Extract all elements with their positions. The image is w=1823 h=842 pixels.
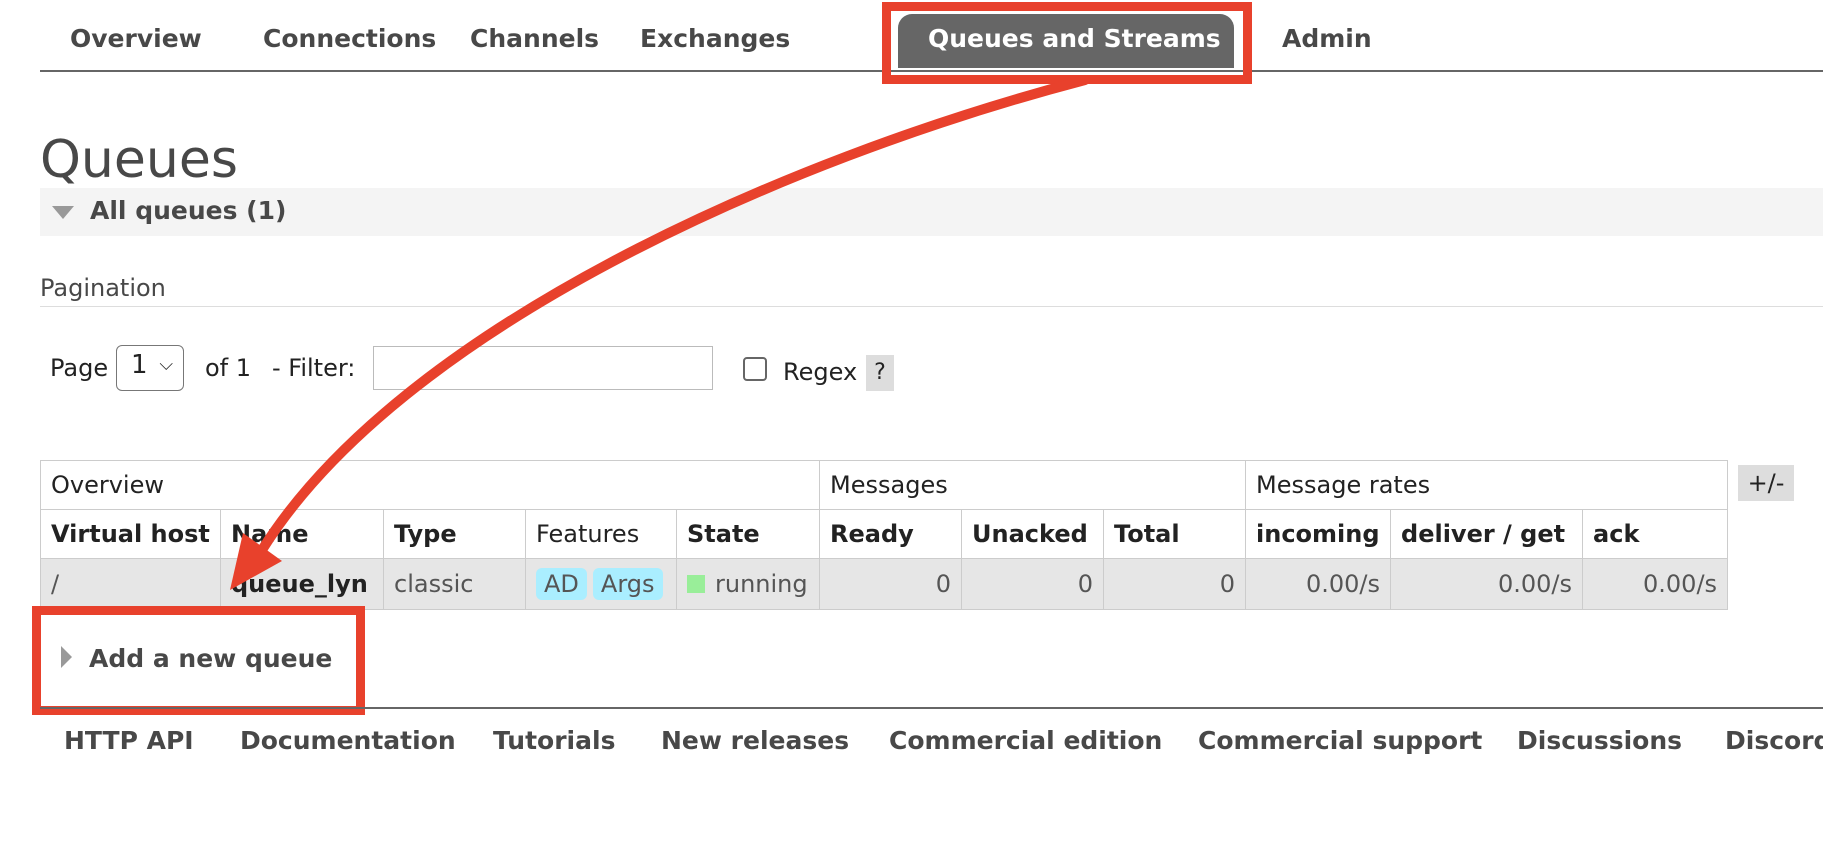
collapse-triangle-icon <box>52 206 74 219</box>
tab-channels[interactable]: Channels <box>440 14 629 68</box>
cell-ack: 0.00/s <box>1582 558 1729 610</box>
tab-overview[interactable]: Overview <box>40 14 232 68</box>
filter-label: - Filter: <box>272 354 356 382</box>
page-select[interactable]: 1 ⌵ <box>116 345 184 391</box>
tab-exchanges[interactable]: Exchanges <box>610 14 820 68</box>
col-deliver-get[interactable]: deliver / get <box>1390 509 1584 559</box>
cell-unacked: 0 <box>961 558 1105 610</box>
col-name[interactable]: Name <box>220 509 384 559</box>
tab-queues-and-streams[interactable]: Queues and Streams <box>898 14 1234 68</box>
tab-admin[interactable]: Admin <box>1252 14 1402 68</box>
table-row: / queue_lyn classic AD Args running 0 0 0… <box>40 558 1729 610</box>
col-state[interactable]: State <box>675 509 821 559</box>
chevron-down-icon: ⌵ <box>159 354 173 375</box>
cell-incoming: 0.00/s <box>1245 558 1392 610</box>
state-text: running <box>715 570 808 598</box>
column-toggle-button[interactable]: +/- <box>1738 465 1794 501</box>
queues-table: Overview Messages Message rates Virtual … <box>39 460 1729 610</box>
queue-name-link[interactable]: queue_lyn <box>220 558 384 610</box>
top-nav: Overview Connections Channels Exchanges … <box>40 0 1823 72</box>
cell-total: 0 <box>1103 558 1247 610</box>
section-title: All queues (1) <box>90 196 287 225</box>
footer-link-discord[interactable]: Discord <box>1725 726 1823 755</box>
page-title: Queues <box>40 130 238 190</box>
footer-link-documentation[interactable]: Documentation <box>240 726 456 755</box>
col-unacked[interactable]: Unacked <box>961 509 1105 559</box>
add-new-queue-section[interactable]: Add a new queue <box>40 630 340 690</box>
annotation-arrow <box>230 75 1090 590</box>
footer-divider <box>40 707 1823 709</box>
group-messages: Messages <box>819 460 1247 510</box>
regex-label: Regex <box>783 358 858 386</box>
footer-link-commercial-edition[interactable]: Commercial edition <box>889 726 1162 755</box>
col-type[interactable]: Type <box>383 509 526 559</box>
running-status-icon <box>687 575 705 593</box>
expand-triangle-icon <box>61 646 72 668</box>
regex-help-button[interactable]: ? <box>866 355 894 391</box>
col-virtual-host[interactable]: Virtual host <box>40 509 221 559</box>
feature-badge-args: Args <box>592 568 663 600</box>
col-total[interactable]: Total <box>1103 509 1247 559</box>
col-ack[interactable]: ack <box>1582 509 1729 559</box>
page-label: Page <box>50 354 109 382</box>
regex-checkbox[interactable] <box>743 357 767 381</box>
footer-link-commercial-support[interactable]: Commercial support <box>1198 726 1482 755</box>
add-new-queue-label: Add a new queue <box>89 644 333 673</box>
cell-features: AD Args <box>525 558 677 610</box>
col-ready[interactable]: Ready <box>819 509 963 559</box>
of-pages-label: of 1 <box>205 354 252 382</box>
pagination-divider <box>40 306 1823 307</box>
cell-vhost: / <box>40 558 221 610</box>
cell-state: running <box>675 558 821 610</box>
filter-input[interactable] <box>373 346 713 390</box>
col-features: Features <box>525 509 677 559</box>
cell-deliver-get: 0.00/s <box>1390 558 1584 610</box>
tab-connections[interactable]: Connections <box>233 14 466 68</box>
col-incoming[interactable]: incoming <box>1245 509 1392 559</box>
footer-link-tutorials[interactable]: Tutorials <box>493 726 615 755</box>
group-message-rates: Message rates <box>1245 460 1729 510</box>
footer-link-http-api[interactable]: HTTP API <box>64 726 194 755</box>
cell-type: classic <box>383 558 526 610</box>
pagination-label: Pagination <box>40 274 166 302</box>
page-select-value: 1 <box>131 350 148 380</box>
feature-badge-ad: AD <box>536 568 587 600</box>
footer-link-discussions[interactable]: Discussions <box>1517 726 1682 755</box>
cell-ready: 0 <box>819 558 963 610</box>
group-overview: Overview <box>39 460 821 510</box>
footer-link-new-releases[interactable]: New releases <box>661 726 849 755</box>
all-queues-section-header[interactable]: All queues (1) <box>40 188 1823 236</box>
